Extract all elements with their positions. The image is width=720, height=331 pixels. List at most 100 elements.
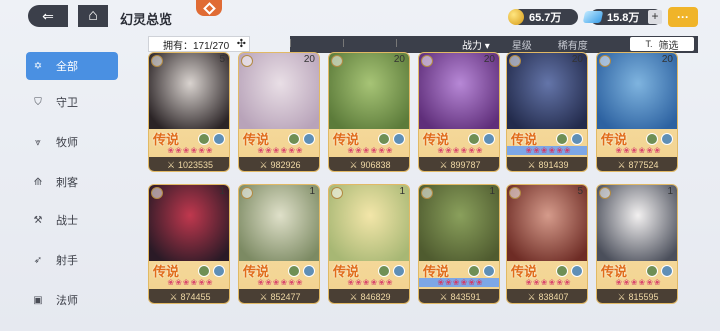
power-value: ⚔ 838407 bbox=[507, 289, 587, 303]
star-icon: ❀ bbox=[385, 278, 393, 287]
star-icon: ❀ bbox=[630, 278, 638, 287]
character-card[interactable]: 20 传说 ❀ ❀ ❀ ❀ ❀ ❀ ⚔ 906838 bbox=[328, 52, 410, 172]
character-card[interactable]: 20 传说 ❀ ❀ ❀ ❀ ❀ ❀ ⚔ 982926 bbox=[238, 52, 320, 172]
sidebar-item-guard[interactable]: ⛉ 守卫 bbox=[30, 88, 118, 116]
power-number: 899787 bbox=[450, 160, 481, 170]
element-icon bbox=[483, 133, 495, 145]
swords-icon: ⚔ bbox=[527, 159, 536, 170]
character-card[interactable]: 5 传说 ❀ ❀ ❀ ❀ ❀ ❀ ⚔ 838407 bbox=[506, 184, 588, 304]
card-level: 1 bbox=[309, 186, 315, 197]
element-icons bbox=[375, 133, 405, 145]
star-icon: ❀ bbox=[623, 146, 630, 155]
star-icon: ❀ bbox=[257, 146, 265, 155]
star-icon: ❀ bbox=[355, 278, 362, 287]
filter-button[interactable]: T. 筛选 bbox=[630, 37, 694, 52]
sort-power-tab[interactable]: 战力 ▾ bbox=[462, 37, 490, 52]
back-arrow-icon: ⇐ bbox=[42, 7, 54, 24]
character-card[interactable]: 1 传说 ❀ ❀ ❀ ❀ ❀ ❀ ⚔ 815595 bbox=[596, 184, 678, 304]
power-number: 846829 bbox=[360, 292, 391, 302]
class-badge-icon bbox=[151, 187, 163, 199]
star-icon: ❀ bbox=[630, 146, 638, 155]
element-icons bbox=[643, 265, 673, 277]
element-icon bbox=[571, 133, 583, 145]
character-card[interactable]: 1 传说 ❀ ❀ ❀ ❀ ❀ ❀ ⚔ 852477 bbox=[238, 184, 320, 304]
back-button[interactable]: ⇐ bbox=[28, 5, 68, 27]
star-icon: ❀ bbox=[295, 146, 303, 155]
sidebar-item-warrior[interactable]: ⚒ 战士 bbox=[30, 206, 118, 234]
star-icon: ❀ bbox=[445, 146, 452, 155]
class-badge-icon bbox=[509, 55, 521, 67]
element-icon bbox=[556, 133, 568, 145]
card-level: 1 bbox=[399, 186, 405, 197]
class-badge-icon bbox=[599, 187, 611, 199]
star-rating: ❀ ❀ ❀ ❀ ❀ ❀ bbox=[149, 278, 229, 287]
character-card[interactable]: 20 传说 ❀ ❀ ❀ ❀ ❀ ❀ ⚔ 877524 bbox=[596, 52, 678, 172]
character-card[interactable]: 20 传说 ❀ ❀ ❀ ❀ ❀ ❀ ⚔ 891439 bbox=[506, 52, 588, 172]
star-rating: ❀ ❀ ❀ ❀ ❀ ❀ bbox=[507, 146, 587, 155]
sort-rarity-tab[interactable]: 稀有度 bbox=[558, 37, 588, 52]
star-icon: ❀ bbox=[288, 278, 295, 287]
star-icon: ❀ bbox=[540, 146, 548, 155]
star-icon: ❀ bbox=[445, 278, 452, 287]
column-dividers bbox=[290, 39, 449, 47]
power-value: ⚔ 877524 bbox=[597, 157, 677, 171]
home-button[interactable]: ⌂ bbox=[78, 5, 108, 27]
star-icon: ❀ bbox=[205, 278, 213, 287]
element-icon bbox=[661, 133, 673, 145]
sort-star-tab[interactable]: 星级 bbox=[512, 37, 532, 52]
star-icon: ❀ bbox=[370, 146, 378, 155]
sidebar-item-priest[interactable]: ⩔ 牧师 bbox=[30, 128, 118, 156]
star-icon: ❀ bbox=[190, 278, 198, 287]
class-badge-icon bbox=[599, 55, 611, 67]
power-value: ⚔ 874455 bbox=[149, 289, 229, 303]
power-number: 852477 bbox=[270, 292, 301, 302]
character-card[interactable]: 1 传说 ❀ ❀ ❀ ❀ ❀ ❀ ⚔ 843591 bbox=[418, 184, 500, 304]
star-icon: ❀ bbox=[362, 146, 370, 155]
element-icons bbox=[643, 133, 673, 145]
expand-icon[interactable]: ✣ bbox=[237, 37, 246, 50]
element-icon bbox=[646, 133, 658, 145]
element-icons bbox=[285, 133, 315, 145]
star-icon: ❀ bbox=[540, 278, 548, 287]
star-icon: ❀ bbox=[288, 146, 295, 155]
star-icon: ❀ bbox=[378, 278, 385, 287]
add-gems-button[interactable]: + bbox=[648, 10, 662, 24]
element-icon bbox=[213, 265, 225, 277]
sidebar-item-assassin[interactable]: ⟰ 刺客 bbox=[30, 168, 118, 196]
star-rating: ❀ ❀ ❀ ❀ ❀ ❀ bbox=[507, 278, 587, 287]
star-icon: ❀ bbox=[525, 146, 533, 155]
axe-icon: ⚒ bbox=[33, 214, 43, 226]
sidebar-item-archer[interactable]: ➶ 射手 bbox=[30, 246, 118, 274]
power-value: ⚔ 846829 bbox=[329, 289, 409, 303]
dagger-icon: ⟰ bbox=[33, 176, 43, 188]
class-badge-icon bbox=[241, 55, 253, 67]
star-icon: ❀ bbox=[638, 146, 646, 155]
character-card[interactable]: 1 传说 ❀ ❀ ❀ ❀ ❀ ❀ ⚔ 874455 bbox=[148, 184, 230, 304]
sidebar-item-all[interactable]: ✡ 全部 bbox=[26, 52, 118, 80]
card-level: 1 bbox=[219, 186, 225, 197]
character-card[interactable]: 1 传说 ❀ ❀ ❀ ❀ ❀ ❀ ⚔ 846829 bbox=[328, 184, 410, 304]
star-icon: ❀ bbox=[533, 146, 540, 155]
star-rating: ❀ ❀ ❀ ❀ ❀ ❀ bbox=[419, 146, 499, 155]
star-icon: ❀ bbox=[653, 146, 661, 155]
star-icon: ❀ bbox=[460, 278, 468, 287]
character-card[interactable]: 5 传说 ❀ ❀ ❀ ❀ ❀ ❀ ⚔ 1023535 bbox=[148, 52, 230, 172]
element-icon bbox=[303, 133, 315, 145]
sidebar-item-mage[interactable]: ▣ 法师 bbox=[30, 286, 118, 314]
power-value: ⚔ 1023535 bbox=[149, 157, 229, 171]
element-icon bbox=[556, 265, 568, 277]
top-bar: ⇐ ⌂ 幻灵总览 65.7万 15.8万 + ··· bbox=[0, 0, 720, 34]
character-card[interactable]: 20 传说 ❀ ❀ ❀ ❀ ❀ ❀ ⚔ 899787 bbox=[418, 52, 500, 172]
element-icon bbox=[213, 133, 225, 145]
star-icon: ❀ bbox=[452, 278, 460, 287]
element-icon bbox=[661, 265, 673, 277]
element-icons bbox=[465, 265, 495, 277]
star-icon: ❀ bbox=[175, 146, 182, 155]
chat-button[interactable]: ··· bbox=[668, 7, 698, 27]
element-icon bbox=[393, 265, 405, 277]
element-icons bbox=[553, 133, 583, 145]
star-icon: ❀ bbox=[198, 278, 205, 287]
card-level: 20 bbox=[303, 54, 315, 65]
swords-icon: ⚔ bbox=[259, 159, 268, 170]
star-icon: ❀ bbox=[295, 278, 303, 287]
